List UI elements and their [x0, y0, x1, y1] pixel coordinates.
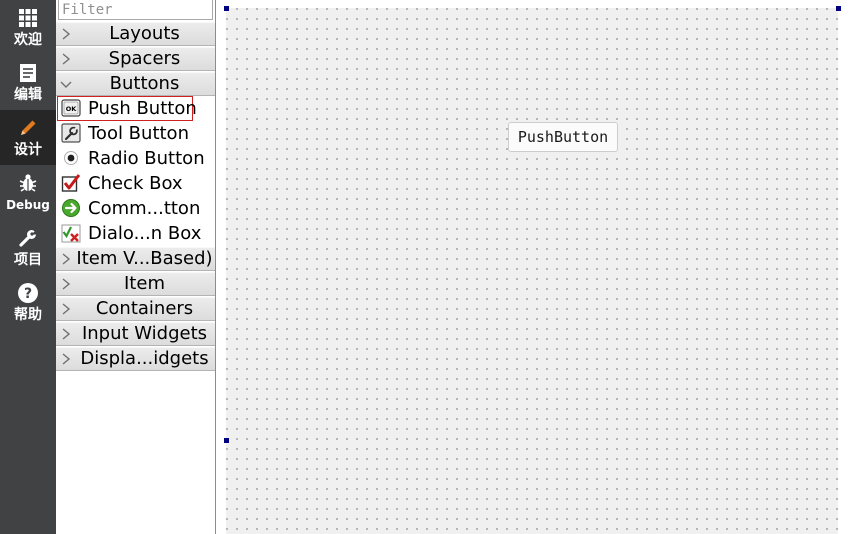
form-canvas[interactable] — [226, 8, 838, 534]
resize-handle-top-left[interactable] — [224, 6, 229, 11]
mode-welcome[interactable]: 欢迎 — [0, 0, 56, 55]
category-item-views[interactable]: Item V...Based) — [56, 247, 215, 271]
mode-help-label: 帮助 — [14, 307, 42, 323]
command-link-icon — [62, 199, 80, 217]
chevron-right-icon — [62, 353, 71, 365]
help-icon: ? — [16, 281, 40, 305]
checkbox-icon — [61, 174, 81, 192]
chevron-right-icon — [62, 253, 71, 265]
widget-item-tool-button[interactable]: Tool Button — [56, 121, 215, 146]
chevron-right-icon — [62, 278, 71, 290]
category-input-widgets[interactable]: Input Widgets — [56, 322, 215, 346]
push-button-widget[interactable]: PushButton — [508, 122, 618, 152]
mode-edit-label: 编辑 — [14, 87, 42, 103]
widget-box: Layouts Spacers Buttons OK Push Button T… — [56, 0, 215, 534]
pencil-icon — [16, 116, 40, 140]
widget-item-label: Comm...tton — [88, 198, 201, 219]
resize-handle-top-right[interactable] — [836, 6, 841, 11]
category-label: Item V...Based) — [76, 248, 213, 269]
category-label: Input Widgets — [81, 323, 208, 344]
category-spacers[interactable]: Spacers — [56, 47, 215, 71]
mode-debug-label: Debug — [6, 198, 50, 212]
category-display-widgets[interactable]: Displa...idgets — [56, 347, 215, 371]
widget-item-check-box[interactable]: Check Box — [56, 171, 215, 196]
category-item-widgets[interactable]: Item W...Based) — [56, 272, 215, 316]
wrench-icon — [16, 226, 40, 250]
widget-item-label: Check Box — [88, 173, 183, 194]
mode-welcome-label: 欢迎 — [14, 32, 42, 48]
widget-item-push-button[interactable]: OK Push Button — [56, 96, 215, 121]
tool-button-icon — [61, 123, 81, 143]
mode-bar: 欢迎 编辑 设计 Debug 项目 ? 帮助 — [0, 0, 56, 534]
widget-item-command-link-button[interactable]: Comm...tton — [56, 196, 215, 221]
chevron-right-icon — [62, 328, 71, 340]
category-layouts[interactable]: Layouts — [56, 22, 215, 46]
dialog-button-box-icon — [61, 224, 81, 243]
category-label: Spacers — [108, 48, 181, 69]
widget-item-radio-button[interactable]: Radio Button — [56, 146, 215, 171]
widget-item-dialog-button-box[interactable]: Dialo...n Box — [56, 221, 215, 246]
category-label: Containers — [95, 298, 194, 319]
category-buttons[interactable]: Buttons — [56, 72, 215, 96]
mode-design[interactable]: 设计 — [0, 110, 56, 165]
mode-help[interactable]: ? 帮助 — [0, 275, 56, 330]
category-label: Buttons — [109, 73, 180, 94]
document-icon — [16, 61, 40, 85]
category-label: Item W...Based) — [97, 273, 192, 316]
chevron-right-icon — [62, 53, 71, 65]
filter-input[interactable] — [58, 0, 213, 20]
grid-icon — [16, 6, 40, 30]
chevron-right-icon — [62, 303, 71, 315]
chevron-down-icon — [60, 81, 72, 88]
category-label: Layouts — [109, 23, 180, 44]
ok-icon-text: OK — [66, 105, 78, 113]
ok-button-icon: OK — [61, 99, 81, 117]
svg-text:?: ? — [24, 286, 32, 302]
radio-button-icon — [64, 151, 78, 165]
chevron-right-icon — [62, 28, 71, 40]
category-label: Displa...idgets — [80, 348, 209, 369]
mode-projects-label: 项目 — [14, 252, 42, 268]
category-containers[interactable]: Containers — [56, 297, 215, 321]
widget-item-label: Dialo...n Box — [88, 223, 202, 244]
mode-design-label: 设计 — [14, 142, 42, 158]
mode-projects[interactable]: 项目 — [0, 220, 56, 275]
mode-debug[interactable]: Debug — [0, 165, 56, 220]
widget-item-label: Radio Button — [88, 148, 205, 169]
widget-item-label: Push Button — [88, 98, 197, 119]
widget-item-label: Tool Button — [88, 123, 189, 144]
resize-handle-left[interactable] — [224, 438, 229, 443]
bug-icon — [16, 171, 40, 195]
mode-edit[interactable]: 编辑 — [0, 55, 56, 110]
